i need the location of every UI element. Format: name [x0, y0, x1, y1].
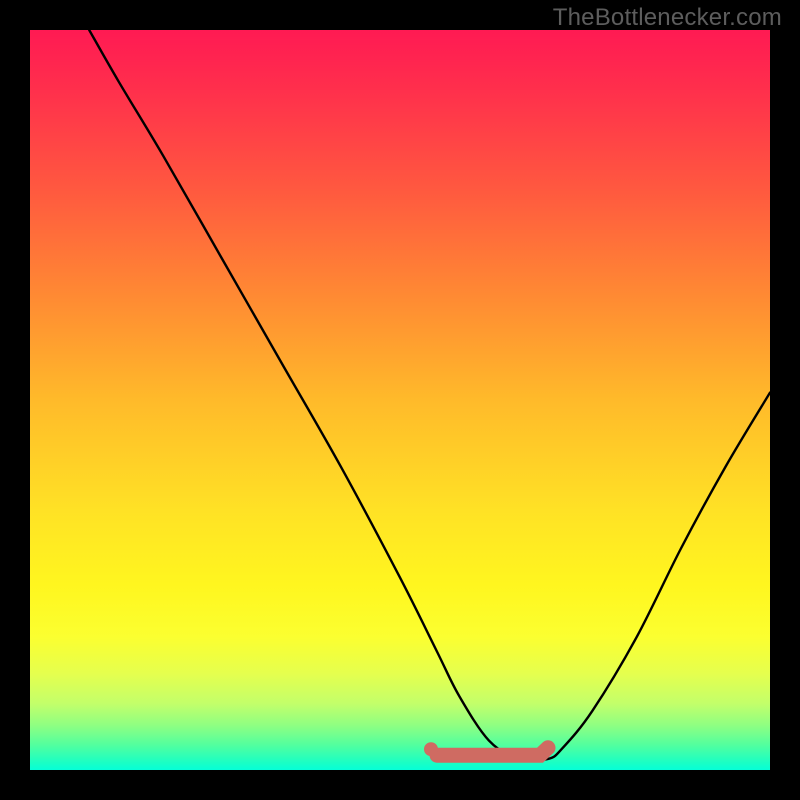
optimal-point-marker	[424, 742, 438, 756]
plot-area	[30, 30, 770, 770]
chart-frame: TheBottlenecker.com	[0, 0, 800, 800]
curve-layer	[30, 30, 770, 770]
watermark-text: TheBottlenecker.com	[553, 4, 782, 32]
optimal-range-marker	[437, 748, 548, 755]
bottleneck-curve	[89, 30, 770, 761]
